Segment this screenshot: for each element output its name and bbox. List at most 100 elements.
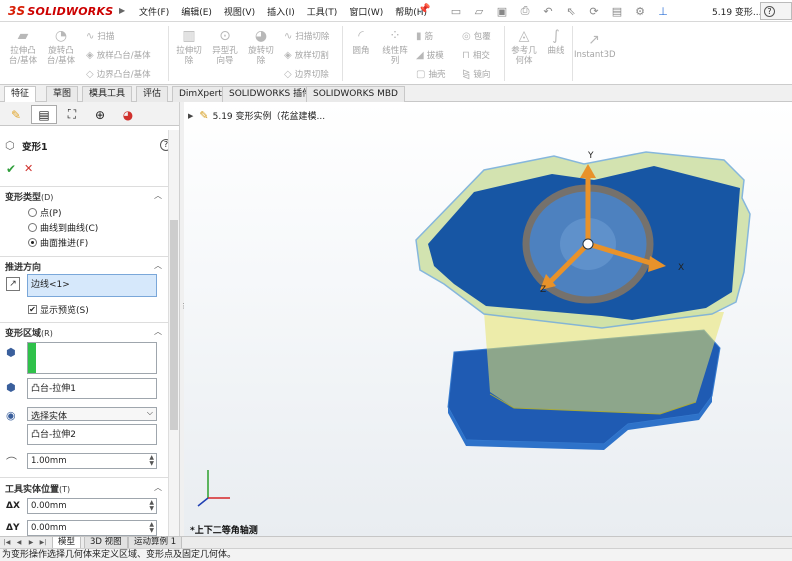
menu-window[interactable]: 窗口(W) [343, 5, 389, 18]
delta-y-input[interactable]: 0.00mm ▲ ▼ [27, 520, 157, 536]
spin-arrows-icon[interactable]: ▲ ▼ [149, 522, 154, 534]
radio-surface-push[interactable]: 曲面推进(F) [28, 236, 88, 249]
bottom-tab-bar: |◀ ◀ ▶ ▶| 模型 3D 视图 运动算例 1 [0, 536, 792, 549]
configuration-manager-tab-icon[interactable]: ⛶ [59, 105, 85, 124]
display-manager-tab-icon[interactable]: ◕ [115, 105, 141, 124]
rebuild-icon[interactable]: ⟳ [584, 2, 604, 20]
tool-body-selection[interactable]: 凸台-拉伸2 [27, 424, 157, 445]
shell-button[interactable]: ▢ 抽壳 [416, 68, 445, 81]
radio-curve-to-curve[interactable]: 曲线到曲线(C) [28, 221, 98, 234]
logo-expand-icon[interactable]: ▶ [119, 6, 125, 15]
prev-tab-icon[interactable]: ◀ [14, 538, 24, 548]
feature-manager-tab-icon[interactable]: ✎ [3, 105, 29, 124]
new-document-icon[interactable]: ▭ [446, 2, 466, 20]
mirror-button[interactable]: ⧎ 镜向 [462, 68, 490, 81]
graphics-area[interactable]: ▶ ✎ 5.19 变形实例（花盆建模... Y X Z *上下二等角轴测 [184, 102, 792, 536]
push-direction-selection[interactable]: 边线<1> [27, 274, 157, 297]
reference-geometry-button[interactable]: ◬ 参考几 何体 [508, 28, 540, 66]
instant3d-button[interactable]: ↗ Instant3D [574, 32, 616, 60]
curves-button[interactable]: ∫ 曲线 [542, 28, 570, 56]
panel-scrollbar[interactable] [168, 130, 179, 536]
menu-edit[interactable]: 编辑(E) [175, 5, 218, 18]
section-deform-region[interactable]: 变形区域(R) [5, 326, 53, 339]
reverse-direction-icon[interactable]: ↗ [6, 277, 20, 291]
triad-z-axis [197, 497, 209, 507]
revolve-cut-button[interactable]: ◕ 旋转切 除 [244, 28, 278, 66]
draft-button[interactable]: ◢ 拔模 [416, 49, 444, 62]
fillet-button[interactable]: ◜ 圆角 [346, 28, 376, 56]
lofted-cut-button[interactable]: ◈ 放样切割 [284, 49, 329, 62]
spin-arrows-icon[interactable]: ▲ ▼ [149, 500, 154, 512]
collapse-tool-position-icon[interactable]: ︿ [154, 482, 162, 493]
section-deform-type[interactable]: 变形类型(D) [5, 190, 53, 203]
swept-cut-button[interactable]: ∿ 扫描切除 [284, 30, 329, 43]
boundary-cut-icon: ◇ [284, 68, 292, 80]
status-text: 为变形操作选择几何体来定义区域、变形点及固定几何体。 [2, 550, 237, 560]
revolve-boss-button[interactable]: ◔ 旋转凸 台/基体 [44, 28, 78, 66]
spin-arrows-icon[interactable]: ▲ ▼ [149, 455, 154, 467]
cancel-button[interactable]: ✕ [24, 162, 33, 175]
options-gear-icon[interactable]: ⚙ [630, 2, 650, 20]
intersect-button[interactable]: ⊓ 相交 [462, 49, 490, 62]
triad-center-handle[interactable] [582, 238, 594, 250]
extrude-cut-button[interactable]: ▥ 拉伸切 除 [172, 28, 206, 66]
command-manager-ribbon: ▰ 拉伸凸 台/基体 ◔ 旋转凸 台/基体 ∿ 扫描 ◈ 放样凸台/基体 ◇ 边界凸台/基… [0, 22, 792, 85]
rib-button[interactable]: ▮ 筋 [416, 30, 433, 43]
lofted-cut-icon: ◈ [284, 49, 292, 61]
select-icon[interactable]: ⇖ [561, 2, 581, 20]
tab-features[interactable]: 特征 [4, 86, 37, 102]
menu-view[interactable]: 视图(V) [218, 5, 261, 18]
help-search-button[interactable]: ? [760, 2, 792, 20]
print-icon[interactable]: ⎙ [515, 2, 535, 20]
wrap-icon: ◎ [462, 30, 471, 42]
radio-point[interactable]: 点(P) [28, 206, 61, 219]
show-preview-checkbox[interactable]: ✔ 显示预览(S) [28, 303, 89, 316]
tab-dimxpert[interactable]: DimXpert [172, 86, 229, 102]
undo-icon[interactable]: ↶ [538, 2, 558, 20]
sweep-button[interactable]: ∿ 扫描 [86, 30, 114, 43]
hole-wizard-button[interactable]: ⊙ 异型孔 向导 [208, 28, 242, 66]
collapse-deform-type-icon[interactable]: ︿ [154, 190, 162, 201]
mirror-icon: ⧎ [462, 68, 471, 80]
loft-button[interactable]: ◈ 放样凸台/基体 [86, 49, 151, 62]
bodies-to-deform-icon: ⬢ [6, 381, 16, 394]
save-icon[interactable]: ▣ [492, 2, 512, 20]
tab-evaluate[interactable]: 评估 [136, 86, 169, 102]
menu-insert[interactable]: 插入(I) [261, 5, 301, 18]
tab-mold-tools[interactable]: 模具工具 [82, 86, 133, 102]
scrollbar-thumb[interactable] [170, 220, 178, 430]
part-icon[interactable]: ⊥ [653, 2, 673, 20]
open-document-icon[interactable]: ▱ [469, 2, 489, 20]
delta-x-label: ΔX [6, 501, 20, 511]
model-view[interactable]: Y X Z [184, 102, 792, 536]
swept-cut-icon: ∿ [284, 30, 293, 42]
first-tab-icon[interactable]: |◀ [2, 538, 12, 548]
extrude-boss-button[interactable]: ▰ 拉伸凸 台/基体 [6, 28, 40, 66]
section-tool-body-position[interactable]: 工具实体位置(T) [5, 482, 70, 495]
bodies-to-deform-selection[interactable]: 凸台-拉伸1 [27, 378, 157, 399]
last-tab-icon[interactable]: ▶| [38, 538, 48, 548]
tab-sketch[interactable]: 草图 [46, 86, 79, 102]
menu-tools[interactable]: 工具(T) [301, 5, 344, 18]
tab-solidworks-mbd[interactable]: SOLIDWORKS MBD [306, 86, 405, 102]
deform-distance-input[interactable]: 1.00mm ▲ ▼ [27, 453, 157, 469]
property-manager-tab-icon[interactable]: ▤ [31, 105, 57, 124]
ok-button[interactable]: ✔ [6, 162, 16, 176]
next-tab-icon[interactable]: ▶ [26, 538, 36, 548]
tool-body-type-dropdown[interactable]: 选择实体 ⌵ [27, 407, 157, 422]
wrap-button[interactable]: ◎ 包覆 [462, 30, 491, 43]
solidworks-logo[interactable]: 3S SOLIDWORKS [8, 4, 113, 18]
collapse-deform-region-icon[interactable]: ︿ [154, 326, 162, 337]
collapse-push-direction-icon[interactable]: ︿ [154, 260, 162, 271]
file-properties-icon[interactable]: ▤ [607, 2, 627, 20]
linear-pattern-button[interactable]: ⁘ 线性阵 列 [378, 28, 412, 66]
section-push-direction[interactable]: 推进方向 [5, 260, 41, 273]
menu-file[interactable]: 文件(F) [133, 5, 175, 18]
boundary-cut-button[interactable]: ◇ 边界切除 [284, 68, 329, 81]
tab-solidworks-addins[interactable]: SOLIDWORKS 插件 [222, 86, 319, 102]
deform-region-selection[interactable] [27, 342, 157, 374]
pin-menu-icon[interactable]: 📌 [418, 4, 430, 15]
boundary-boss-button[interactable]: ◇ 边界凸台/基体 [86, 68, 151, 81]
delta-x-input[interactable]: 0.00mm ▲ ▼ [27, 498, 157, 514]
dimxpert-manager-tab-icon[interactable]: ⊕ [87, 105, 113, 124]
